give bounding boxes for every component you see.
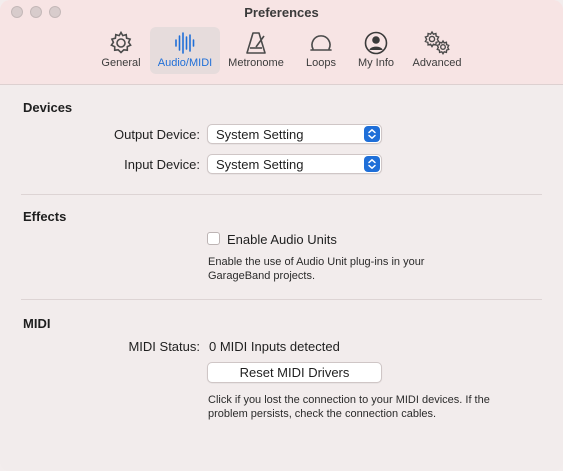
tab-label: Advanced (412, 57, 462, 69)
tab-label: Audio/MIDI (157, 57, 213, 69)
midi-description: Click if you lost the connection to your… (208, 393, 538, 421)
preferences-window: Preferences General Audio/MIDI Metronome… (0, 0, 563, 471)
chevron-updown-icon (364, 126, 380, 142)
description-line: Click if you lost the connection to your… (208, 394, 490, 406)
waveform-icon (175, 32, 195, 54)
input-device-select[interactable]: System Setting (207, 154, 382, 174)
tab-metronome[interactable]: Metronome (221, 27, 291, 74)
tab-general[interactable]: General (86, 27, 156, 74)
midi-status-label: MIDI Status: (128, 339, 200, 354)
description-line: GarageBand projects. (208, 270, 316, 282)
divider (21, 194, 542, 195)
tab-my-info[interactable]: My Info (341, 27, 411, 74)
enable-audio-units-checkbox[interactable] (207, 232, 220, 245)
gear-icon (110, 30, 132, 54)
tab-label: General (101, 57, 141, 69)
person-icon (364, 31, 388, 55)
output-device-label: Output Device: (114, 127, 200, 142)
toolbar: Preferences General Audio/MIDI Metronome… (0, 0, 563, 85)
effects-heading: Effects (23, 209, 67, 224)
window-title: Preferences (244, 5, 319, 20)
loop-icon (310, 35, 332, 51)
output-device-select[interactable]: System Setting (207, 124, 382, 144)
divider (21, 299, 542, 300)
enable-audio-units-label: Enable Audio Units (227, 232, 337, 247)
devices-heading: Devices (23, 100, 73, 115)
midi-heading: MIDI (23, 316, 51, 331)
tab-audio-midi[interactable]: Audio/MIDI (150, 27, 220, 74)
tab-advanced[interactable]: Advanced (402, 27, 472, 74)
output-device-value: System Setting (216, 127, 304, 142)
input-device-label: Input Device: (124, 157, 200, 172)
effects-description: Enable the use of Audio Unit plug-ins in… (208, 255, 538, 283)
gears-icon (424, 30, 450, 56)
reset-midi-drivers-button[interactable]: Reset MIDI Drivers (207, 362, 382, 383)
metronome-icon (246, 32, 266, 54)
input-device-value: System Setting (216, 157, 304, 172)
tab-label: My Info (357, 57, 395, 69)
midi-status-value: 0 MIDI Inputs detected (209, 339, 340, 354)
description-line: problem persists, check the connection c… (208, 408, 437, 420)
description-line: Enable the use of Audio Unit plug-ins in… (208, 256, 425, 268)
chevron-updown-icon (364, 156, 380, 172)
tab-label: Metronome (228, 57, 284, 69)
